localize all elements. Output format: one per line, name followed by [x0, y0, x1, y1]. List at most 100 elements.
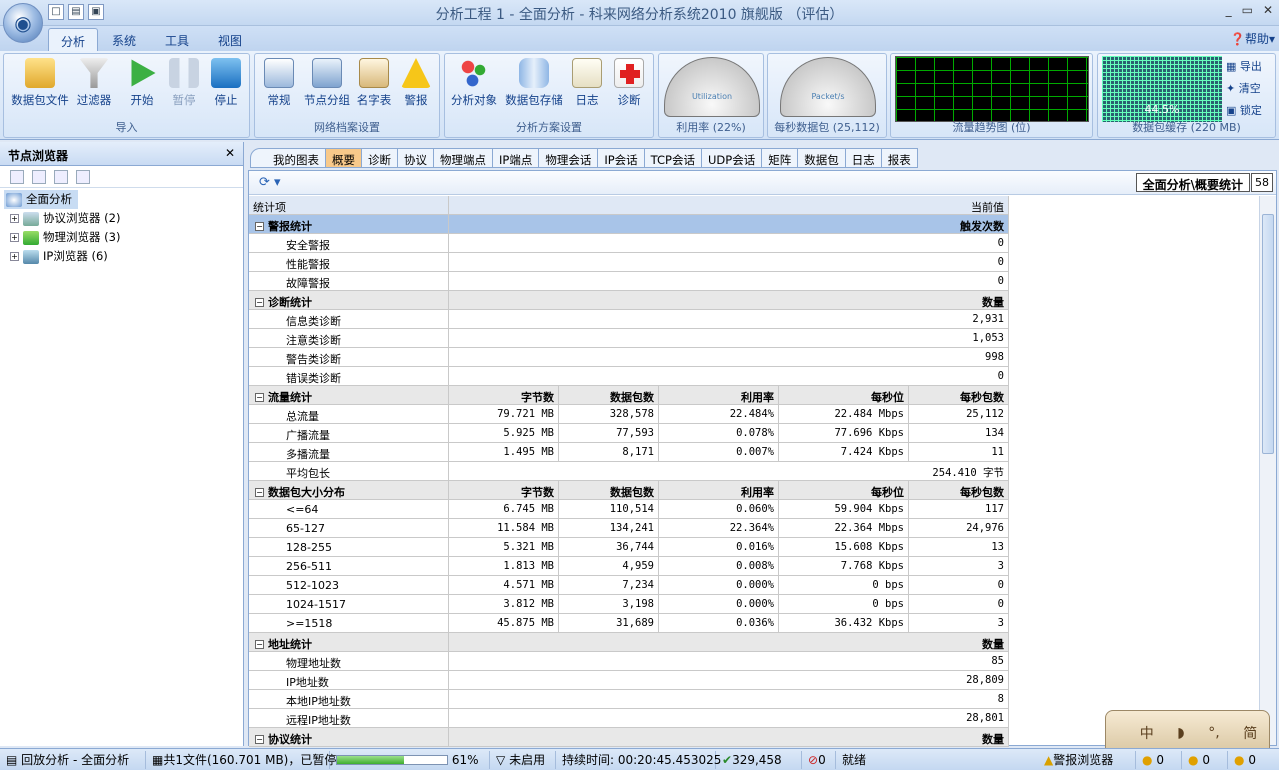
- tab-packets[interactable]: 数据包: [798, 148, 846, 168]
- tab-log[interactable]: 日志: [845, 148, 882, 168]
- maximize-button[interactable]: ▭: [1242, 3, 1253, 17]
- ime-chinese-mode[interactable]: 中: [1140, 723, 1154, 743]
- collapse-icon[interactable]: −: [255, 735, 264, 744]
- table-row[interactable]: 警告类诊断 998: [249, 348, 1009, 367]
- section-address[interactable]: − 地址统计 数量: [249, 633, 1009, 652]
- expand-icon[interactable]: +: [10, 252, 19, 261]
- close-panel-button[interactable]: ✕: [225, 146, 235, 160]
- filter-icon: [79, 58, 109, 88]
- expand-icon[interactable]: +: [10, 214, 19, 223]
- alarm-button[interactable]: 警报: [397, 58, 435, 108]
- table-row[interactable]: 65-127 11.584 MB 134,241 22.364% 22.364 Mbps…: [249, 519, 1009, 538]
- section-alarm[interactable]: − 警报统计 触发次数: [249, 215, 1009, 234]
- tree-root[interactable]: 全面分析: [4, 190, 239, 209]
- tree-item-physical[interactable]: + 物理浏览器 (3): [4, 228, 239, 247]
- expand-icon[interactable]: +: [10, 233, 19, 242]
- vertical-scrollbar[interactable]: [1259, 196, 1276, 745]
- tab-ip-endpoint[interactable]: IP端点: [493, 148, 540, 168]
- collapse-icon[interactable]: −: [255, 298, 264, 307]
- table-row[interactable]: 多播流量 1.495 MB 8,171 0.007% 7.424 Kbps 11: [249, 443, 1009, 462]
- general-button[interactable]: 常规: [259, 58, 299, 108]
- collapse-icon[interactable]: −: [255, 488, 264, 497]
- table-row[interactable]: 注意类诊断 1,053: [249, 329, 1009, 348]
- export-button[interactable]: ▦ 导出: [1226, 56, 1262, 78]
- packet-storage-button[interactable]: 数据包存储: [501, 58, 567, 108]
- tab-matrix[interactable]: 矩阵: [762, 148, 799, 168]
- table-row[interactable]: 安全警报 0: [249, 234, 1009, 253]
- status-alarm-browser[interactable]: 警报浏览器: [1053, 753, 1113, 767]
- table-row[interactable]: >=1518 45.875 MB 31,689 0.036% 36.432 Kbps 3: [249, 614, 1009, 633]
- clear-button[interactable]: ✦ 清空: [1226, 78, 1262, 100]
- table-row[interactable]: IP地址数 28,809: [249, 671, 1009, 690]
- tree-item-ip[interactable]: + IP浏览器 (6): [4, 247, 239, 266]
- tab-system[interactable]: 系统: [100, 28, 148, 51]
- filter-icon[interactable]: [32, 170, 46, 184]
- tab-physical-conversation[interactable]: 物理会话: [539, 148, 599, 168]
- ime-punctuation-icon[interactable]: °,: [1208, 725, 1219, 741]
- collapse-icon[interactable]: −: [255, 640, 264, 649]
- section-diagnosis[interactable]: − 诊断统计 数量: [249, 291, 1009, 310]
- column-header[interactable]: 当前值: [449, 196, 1009, 214]
- table-row[interactable]: 广播流量 5.925 MB 77,593 0.078% 77.696 Kbps 134: [249, 424, 1009, 443]
- table-row[interactable]: 性能警报 0: [249, 253, 1009, 272]
- pause-button[interactable]: 暂停: [166, 58, 202, 108]
- table-row[interactable]: 1024-1517 3.812 MB 3,198 0.000% 0 bps 0: [249, 595, 1009, 614]
- table-row[interactable]: 平均包长 254.410 字节: [249, 462, 1009, 481]
- table-row[interactable]: 总流量 79.721 MB 328,578 22.484% 22.484 Mbps 25,…: [249, 405, 1009, 424]
- tab-report[interactable]: 报表: [881, 148, 918, 168]
- table-row[interactable]: 128-255 5.321 MB 36,744 0.016% 15.608 Kbps 13: [249, 538, 1009, 557]
- table-row[interactable]: 错误类诊断 0: [249, 367, 1009, 386]
- column-header[interactable]: 统计项: [249, 196, 449, 214]
- tab-my-charts[interactable]: 我的图表: [250, 148, 326, 168]
- tab-tools[interactable]: 工具: [153, 28, 201, 51]
- stop-button[interactable]: 停止: [208, 58, 244, 108]
- collapse-icon[interactable]: −: [255, 222, 264, 231]
- collapse-icon[interactable]: −: [255, 393, 264, 402]
- app-menu-button[interactable]: ◉: [3, 3, 43, 43]
- packet-file-button[interactable]: 数据包文件: [8, 58, 72, 108]
- ime-simplified-mode[interactable]: 简: [1243, 723, 1257, 743]
- tab-diagnosis[interactable]: 诊断: [362, 148, 398, 168]
- table-row[interactable]: <=64 6.745 MB 110,514 0.060% 59.904 Kbps 117: [249, 500, 1009, 519]
- table-row[interactable]: 本地IP地址数 8: [249, 690, 1009, 709]
- name-table-label: 名字表: [356, 93, 392, 107]
- log-button[interactable]: 日志: [569, 58, 605, 108]
- table-row[interactable]: 物理地址数 85: [249, 652, 1009, 671]
- section-protocol[interactable]: − 协议统计 数量: [249, 728, 1009, 747]
- tab-summary[interactable]: 概要: [326, 148, 362, 168]
- add-node-icon[interactable]: [10, 170, 24, 184]
- analysis-object-button[interactable]: 分析对象: [447, 58, 501, 108]
- section-column: 数据包数: [559, 386, 659, 404]
- scrollbar-thumb[interactable]: [1262, 214, 1274, 454]
- tab-protocol[interactable]: 协议: [398, 148, 434, 168]
- tree-item-protocol[interactable]: + 协议浏览器 (2): [4, 209, 239, 228]
- tab-view[interactable]: 视图: [206, 28, 254, 51]
- section-packet-size[interactable]: − 数据包大小分布 字节数 数据包数 利用率 每秒位 每秒包数: [249, 481, 1009, 500]
- status-mode: 回放分析 - 全面分析: [21, 752, 130, 767]
- table-row[interactable]: 256-511 1.813 MB 4,959 0.008% 7.768 Kbps 3: [249, 557, 1009, 576]
- tab-ip-conversation[interactable]: IP会话: [598, 148, 645, 168]
- row-value: 79.721 MB: [449, 405, 559, 423]
- filter-button[interactable]: 过滤器: [74, 58, 114, 108]
- table-row[interactable]: 信息类诊断 2,931: [249, 310, 1009, 329]
- tab-udp-conversation[interactable]: UDP会话: [701, 148, 763, 168]
- minimize-button[interactable]: _: [1226, 3, 1232, 17]
- close-button[interactable]: ✕: [1263, 3, 1273, 17]
- ime-halfwidth-icon[interactable]: ◗: [1177, 725, 1184, 741]
- start-button[interactable]: 开始: [124, 58, 160, 108]
- table-row[interactable]: 远程IP地址数 28,801: [249, 709, 1009, 728]
- refresh-icon[interactable]: ⟳ ▾: [259, 175, 281, 190]
- name-table-button[interactable]: 名字表: [355, 58, 393, 108]
- section-traffic[interactable]: − 流量统计 字节数 数据包数 利用率 每秒位 每秒包数: [249, 386, 1009, 405]
- alert-icon[interactable]: [76, 170, 90, 184]
- row-value: 7.768 Kbps: [779, 557, 909, 575]
- tab-analysis[interactable]: 分析: [48, 28, 99, 51]
- table-row[interactable]: 512-1023 4.571 MB 7,234 0.000% 0 bps 0: [249, 576, 1009, 595]
- tab-tcp-conversation[interactable]: TCP会话: [644, 148, 702, 168]
- tab-physical-endpoint[interactable]: 物理端点: [434, 148, 493, 168]
- node-group-button[interactable]: 节点分组: [301, 58, 353, 108]
- table-row[interactable]: 故障警报 0: [249, 272, 1009, 291]
- group-icon[interactable]: [54, 170, 68, 184]
- help-button[interactable]: ❓帮助▾: [1230, 30, 1275, 47]
- diagnosis-button[interactable]: 诊断: [611, 58, 647, 108]
